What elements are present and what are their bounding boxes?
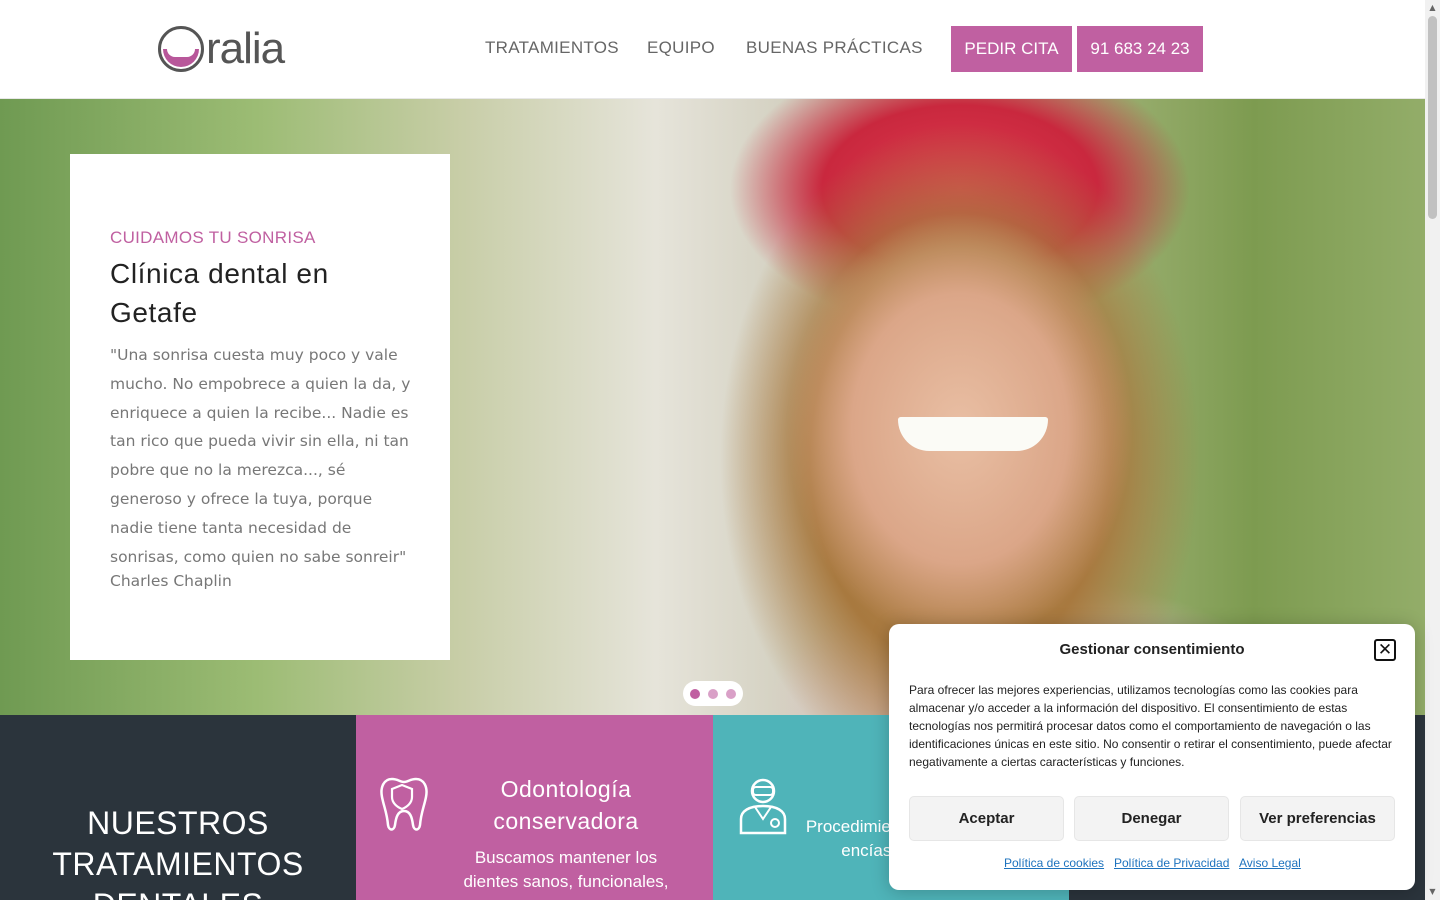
- scroll-down-icon[interactable]: ▼: [1428, 887, 1437, 897]
- accept-button[interactable]: Aceptar: [909, 796, 1064, 841]
- page-scrollbar[interactable]: ▲ ▼: [1425, 0, 1440, 900]
- slider-dot-2[interactable]: [708, 688, 718, 699]
- nav-buenas-practicas[interactable]: BUENAS PRÁCTICAS: [746, 38, 923, 58]
- cookie-consent-dialog: Gestionar consentimiento ✕ Para ofrecer …: [889, 624, 1415, 890]
- hero-card: CUIDAMOS TU SONRISA Clínica dental en Ge…: [70, 154, 450, 660]
- nav-equipo[interactable]: EQUIPO: [647, 38, 715, 58]
- scrollbar-thumb[interactable]: [1428, 16, 1437, 219]
- close-icon[interactable]: ✕: [1374, 639, 1396, 661]
- site-header: ralia TRATAMIENTOS EQUIPO BUENAS PRÁCTIC…: [0, 0, 1425, 99]
- phone-button[interactable]: 91 683 24 23: [1077, 26, 1203, 72]
- slider-pagination: [683, 681, 743, 706]
- slider-dot-1[interactable]: [690, 688, 700, 699]
- hero-quote-author: Charles Chaplin: [110, 572, 232, 590]
- treatment-text-conservadora: Buscamos mantener los dientes sanos, fun…: [463, 848, 669, 891]
- logo-mark-icon: [158, 26, 204, 72]
- treatment-title-conservadora: Odontología conservadora: [493, 776, 639, 834]
- nav-tratamientos[interactable]: TRATAMIENTOS: [485, 38, 619, 58]
- hero-quote: "Una sonrisa cuesta muy poco y vale much…: [110, 346, 411, 566]
- hero-title: Clínica dental en Getafe: [110, 258, 329, 328]
- oralia-logo[interactable]: ralia: [158, 22, 308, 76]
- deny-button[interactable]: Denegar: [1074, 796, 1229, 841]
- dentist-icon: [739, 778, 787, 835]
- scroll-up-icon[interactable]: ▲: [1428, 3, 1437, 13]
- treatments-heading-tile: NUESTROS TRATAMIENTOS DENTALES: [0, 715, 356, 900]
- legal-notice-link[interactable]: Aviso Legal: [1239, 856, 1301, 870]
- hero-photo-smile: [898, 417, 1048, 451]
- cookie-policy-link[interactable]: Política de cookies: [1004, 856, 1104, 870]
- slider-dot-3[interactable]: [726, 688, 736, 699]
- cookie-text: Para ofrecer las mejores experiencias, u…: [909, 683, 1392, 769]
- hero-slider: CUIDAMOS TU SONRISA Clínica dental en Ge…: [0, 99, 1425, 715]
- hero-eyebrow: CUIDAMOS TU SONRISA: [110, 228, 316, 247]
- tooth-shield-icon: [380, 777, 428, 831]
- treatments-heading: NUESTROS TRATAMIENTOS DENTALES: [52, 805, 304, 900]
- privacy-policy-link[interactable]: Política de Privacidad: [1114, 856, 1229, 870]
- preferences-button[interactable]: Ver preferencias: [1240, 796, 1395, 841]
- treatment-tile-conservadora[interactable]: Odontología conservadora Buscamos manten…: [356, 715, 713, 900]
- pedir-cita-button[interactable]: PEDIR CITA: [951, 26, 1072, 72]
- cookie-title: Gestionar consentimiento: [1059, 641, 1245, 658]
- logo-text: ralia: [206, 24, 285, 73]
